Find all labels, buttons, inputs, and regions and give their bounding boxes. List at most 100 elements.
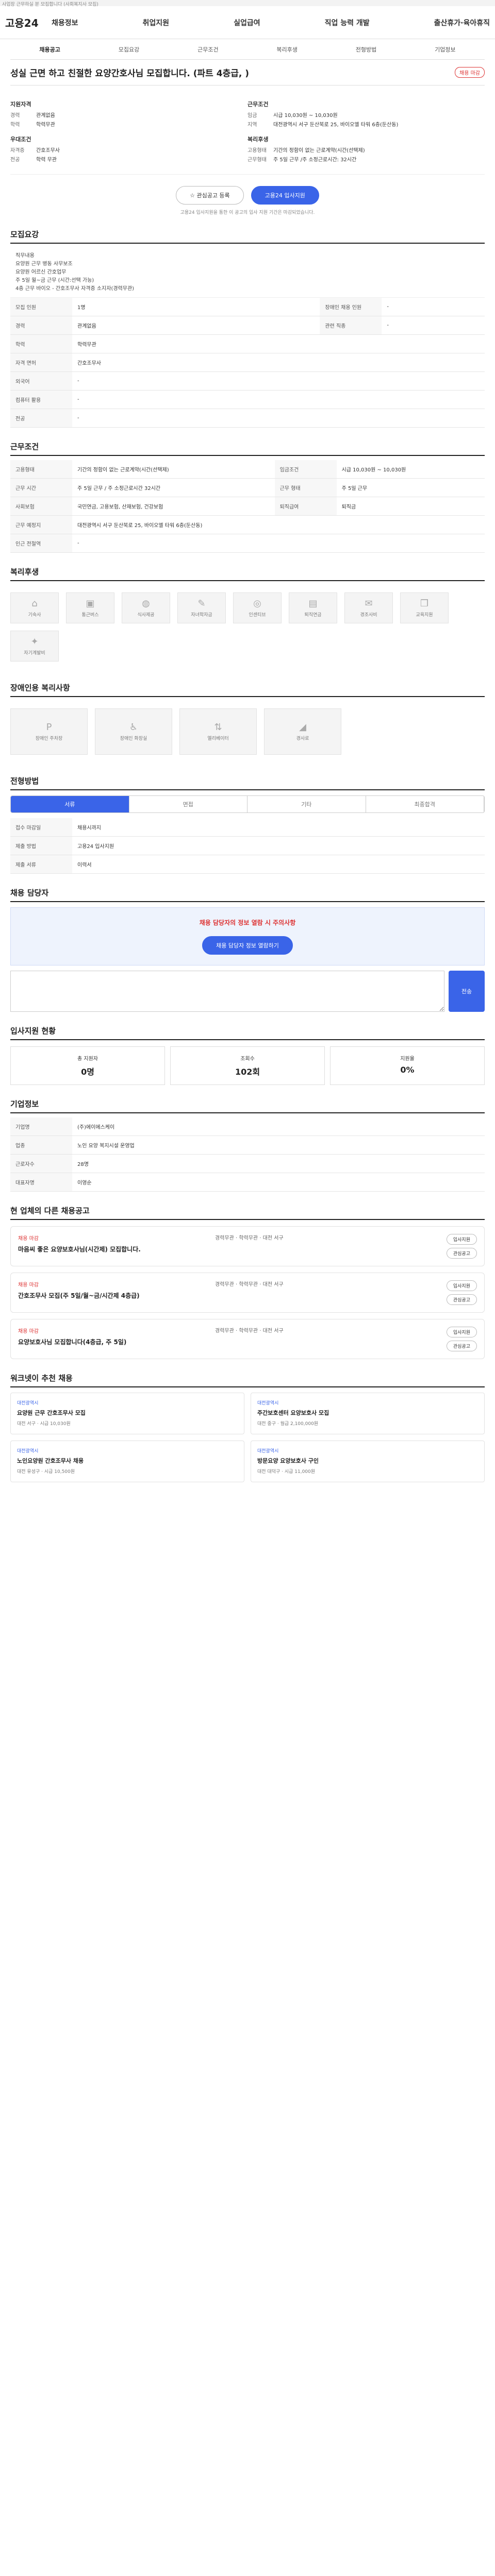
company-ceo: 이영순: [72, 1173, 485, 1192]
row-label: 고용형태: [10, 460, 72, 479]
summary-value: 대전광역시 서구 둔산북로 25, 바이오엘 타워 6층(둔산동): [273, 122, 399, 128]
section-title-conditions: 근무조건: [10, 441, 485, 456]
recommend-meta: 대전 유성구 · 시급 10,500원: [17, 1469, 75, 1475]
recommend-title[interactable]: 요양원 근무 간호조무사 모집: [17, 1409, 238, 1417]
welfare-item: ❒ 교육지원: [400, 592, 449, 623]
recommend-card[interactable]: 대전광역시 노인요양원 간호조무사 채용 대전 유성구 · 시급 10,500원: [10, 1440, 244, 1482]
summary-label: 지원자격: [10, 101, 31, 108]
nav-item-benefit[interactable]: 실업급여: [234, 18, 260, 28]
section-title-recommend: 워크넷이 추천 채용: [10, 1372, 485, 1387]
recommend-card[interactable]: 대전광역시 요양원 근무 간호조무사 모집 대전 서구 · 시급 10,030원: [10, 1393, 244, 1434]
recommend-title[interactable]: 노인요양원 간호조무사 채용: [17, 1457, 238, 1465]
recommend-title[interactable]: 주간보호센터 요양보호사 모집: [257, 1409, 478, 1417]
welfare-item: ▤ 퇴직연금: [289, 592, 337, 623]
other-jobs-list: 채용 마감 마음씨 좋은 요양보호사님(시간제) 모집합니다. 경력무관 · 학력…: [10, 1226, 485, 1359]
stat-applicants: 총 지원자 0명: [10, 1046, 165, 1085]
job-card-meta: 경력무관 · 학력무관 · 대전 서구: [215, 1282, 284, 1287]
summary-value: 시급 10,030원 ~ 10,030원: [273, 113, 338, 118]
summary-value: 주 5일 근무 /주 소정근로시간: 32시간: [273, 157, 357, 163]
job-card-scrap-button[interactable]: 관심공고: [446, 1294, 477, 1305]
job-card[interactable]: 채용 마감 요양보호사님 모집합니다(4층급, 주 5일) 경력무관 · 학력무관…: [10, 1319, 485, 1359]
welfare-item-label: 통근버스: [81, 613, 99, 618]
summary-value: 학력 무관: [36, 157, 57, 163]
send-button[interactable]: 전송: [449, 971, 485, 1012]
row-label: 외국어: [10, 371, 72, 391]
restroom-icon: ♿: [129, 722, 138, 733]
disabled-item: ♿ 장애인 화장실: [95, 708, 172, 755]
nav-item-jobs[interactable]: 채용정보: [52, 18, 78, 28]
row-value: 국민연금, 고용보험, 산재보험, 건강보험: [72, 497, 275, 516]
process-step: 기타: [248, 796, 366, 812]
site-logo[interactable]: 고용24: [5, 15, 52, 30]
row-label: 인근 전철역: [10, 534, 72, 553]
scrap-button[interactable]: ☆ 관심공고 등록: [176, 186, 244, 205]
nav-item-leave[interactable]: 출산휴가·육아휴직: [434, 18, 490, 28]
inquiry-warning: 채용 담당자의 정보 열람 시 주의사항: [199, 919, 296, 926]
row-label: 모집 인원: [10, 298, 72, 316]
job-title: 성실 근면 하고 친절한 요양간호사님 모집합니다. (파트 4층급, ): [10, 69, 249, 79]
gift-icon: ✉: [365, 598, 373, 609]
recommend-title[interactable]: 방문요양 요양보호사 구인: [257, 1457, 478, 1465]
tab-process[interactable]: 전형방법: [326, 45, 405, 54]
row-value: 시급 10,030원 ~ 10,030원: [336, 460, 485, 479]
summary-value: 학력무관: [36, 122, 55, 128]
disabled-item: ⇅ 엘리베이터: [179, 708, 257, 755]
desc-line: 요양원 근무 병동 사무보조: [15, 261, 73, 267]
welfare-item-label: 퇴직연금: [304, 613, 322, 618]
job-card-apply-button[interactable]: 입사지원: [446, 1234, 477, 1245]
row-value: -: [382, 316, 485, 335]
recommend-card[interactable]: 대전광역시 방문요양 요양보호사 구인 대전 대덕구 · 시급 11,000원: [251, 1440, 485, 1482]
tab-recruit[interactable]: 모집요강: [89, 45, 168, 54]
row-value: 학력무관: [72, 334, 485, 353]
job-card-apply-button[interactable]: 입사지원: [446, 1280, 477, 1291]
meal-icon: ◍: [142, 598, 150, 609]
inquiry-textarea[interactable]: [10, 971, 444, 1012]
welfare-item: ◍ 식사제공: [122, 592, 170, 623]
job-card-scrap-button[interactable]: 관심공고: [446, 1248, 477, 1259]
nav-item-support[interactable]: 취업지원: [143, 18, 170, 28]
row-label: 접수 마감일: [10, 818, 72, 837]
row-label: 근로자수: [10, 1154, 72, 1173]
job-card[interactable]: 채용 마감 마음씨 좋은 요양보호사님(시간제) 모집합니다. 경력무관 · 학력…: [10, 1226, 485, 1266]
row-label: 제출 서류: [10, 855, 72, 874]
tab-welfare[interactable]: 복리후생: [248, 45, 326, 54]
row-label: 컴퓨터 활용: [10, 390, 72, 409]
company-name: (주)에이에스케이: [72, 1117, 485, 1136]
row-value: -: [72, 371, 485, 391]
action-buttons: ☆ 관심공고 등록 고용24 입사지원: [10, 175, 485, 209]
ramp-icon: ◢: [299, 722, 306, 733]
row-label: 임금조건: [274, 460, 337, 479]
row-label: 전공: [10, 409, 72, 428]
welfare-item: ⌂ 기숙사: [10, 592, 59, 623]
parking-icon: P: [46, 722, 52, 733]
summary-value: 간호조무사: [36, 148, 60, 154]
row-label: 근무 시간: [10, 478, 72, 497]
job-card-apply-button[interactable]: 입사지원: [446, 1327, 477, 1337]
job-summary: 지원자격 경력 관계없음 학력 학력무관 우대조건 자격증 간호조무사 전공 학력 무관…: [10, 86, 485, 175]
recommend-card[interactable]: 대전광역시 주간보호센터 요양보호사 모집 대전 중구 · 월급 2,100,000…: [251, 1393, 485, 1434]
tab-posting[interactable]: 채용공고: [10, 45, 89, 54]
school-icon: ✎: [197, 598, 206, 609]
nav-item-training[interactable]: 직업 능력 개발: [325, 18, 370, 28]
conditions-table: 고용형태 기간의 정함이 없는 근로계약(시간(선택제) 임금조건 시급 10,030…: [10, 460, 485, 553]
job-card-title[interactable]: 요양보호사님 모집합니다(4층급, 주 5일): [18, 1337, 208, 1347]
job-card-title[interactable]: 마음씨 좋은 요양보호사님(시간제) 모집합니다.: [18, 1245, 208, 1254]
row-label: 기업명: [10, 1117, 72, 1136]
summary-value: 기간의 정함이 없는 근로계약(시간(선택제): [273, 148, 365, 154]
summary-key: 고용형태: [248, 148, 267, 154]
row-label: 근무 형태: [274, 478, 337, 497]
tab-company[interactable]: 기업정보: [406, 45, 485, 54]
welfare-item: ✦ 자기계발비: [10, 631, 59, 662]
summary-key: 전공: [10, 157, 20, 163]
job-card-title[interactable]: 간호조무사 모집(주 5일/월~금/시간제 4층급): [18, 1291, 208, 1300]
section-title-other-jobs: 현 업체의 다른 채용공고: [10, 1205, 485, 1220]
recommend-meta: 대전 서구 · 시급 10,030원: [17, 1421, 71, 1427]
open-contact-button[interactable]: 채용 담당자 정보 열람하기: [202, 936, 293, 955]
job-card[interactable]: 채용 마감간호조무사 모집(주 5일/월~금/시간제 4층급) 경력무관 · 학…: [10, 1273, 485, 1313]
job-card-scrap-button[interactable]: 관심공고: [446, 1341, 477, 1351]
row-value: 1명: [72, 298, 320, 316]
job-card-status: 채용 마감: [18, 1282, 39, 1288]
star-icon: ☆: [190, 192, 197, 199]
apply-button[interactable]: 고용24 입사지원: [251, 186, 319, 205]
tab-conditions[interactable]: 근무조건: [169, 45, 248, 54]
